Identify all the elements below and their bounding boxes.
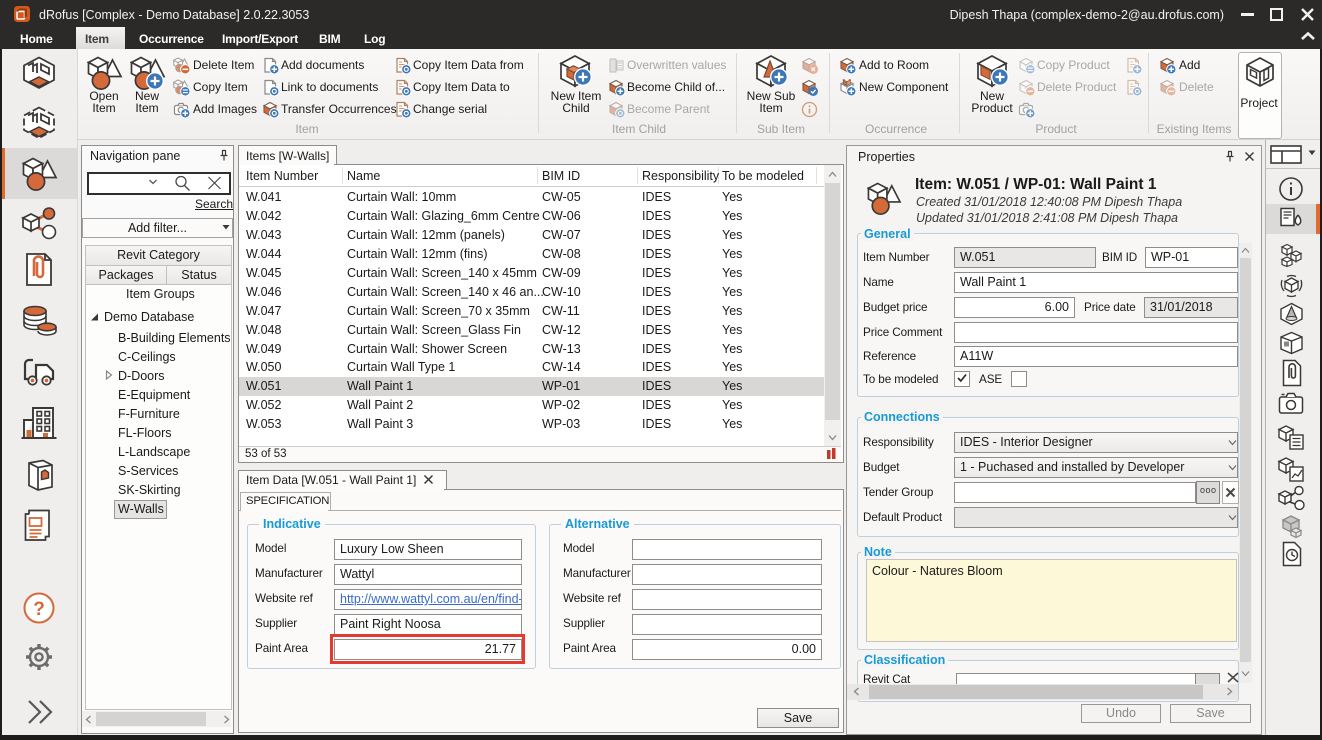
svg-text:?: ? [33, 599, 45, 620]
